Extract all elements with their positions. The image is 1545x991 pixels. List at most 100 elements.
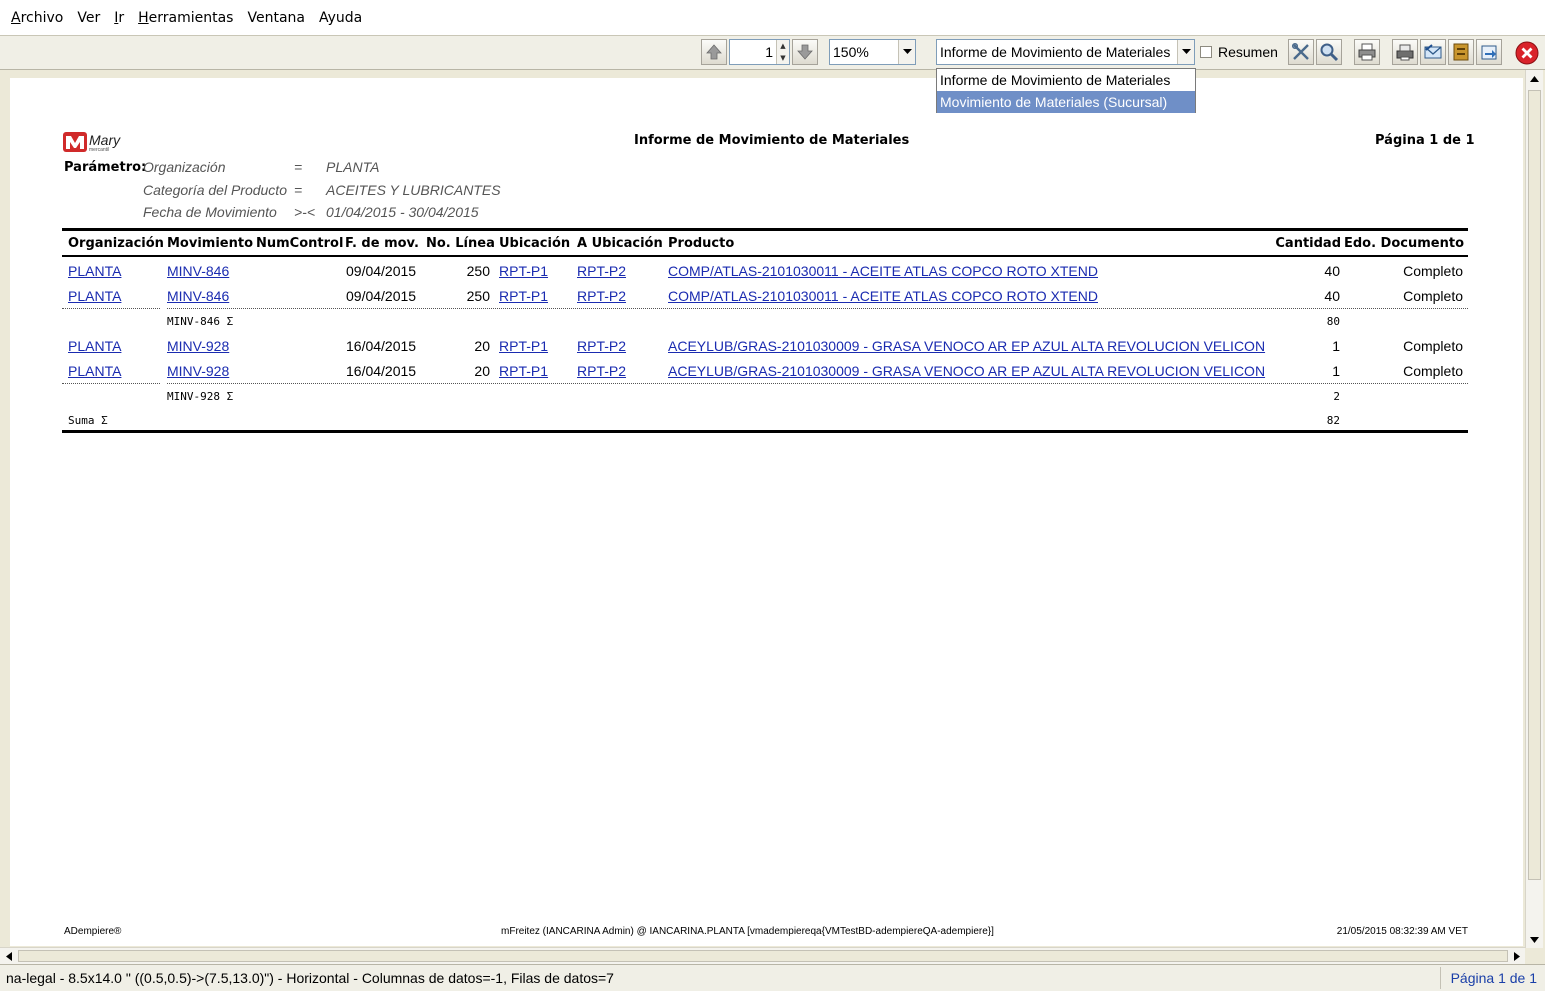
checkbox-box[interactable] bbox=[1200, 46, 1212, 58]
org-link[interactable]: PLANTA bbox=[68, 288, 121, 304]
vertical-scrollbar[interactable] bbox=[1525, 70, 1543, 948]
menu-ayuda[interactable]: Ayuda bbox=[312, 0, 369, 36]
arrow-up-icon bbox=[706, 44, 722, 60]
print-button[interactable] bbox=[1354, 39, 1380, 65]
location-link[interactable]: RPT-P1 bbox=[499, 288, 548, 304]
to-location-link[interactable]: RPT-P2 bbox=[577, 288, 626, 304]
line-number: 250 bbox=[466, 263, 490, 279]
row-separator bbox=[62, 308, 160, 309]
send-email-button[interactable] bbox=[1420, 39, 1446, 65]
close-button[interactable] bbox=[1514, 40, 1540, 66]
status-bar: na-legal - 8.5x14.0 " ((0.5,0.5)->(7.5,1… bbox=[0, 964, 1545, 991]
movement-date: 09/04/2015 bbox=[346, 263, 417, 279]
movement-link[interactable]: MINV-846 bbox=[167, 288, 229, 304]
logo-text: Mary bbox=[89, 132, 121, 148]
chevron-down-icon bbox=[902, 49, 912, 54]
zoom-value: 150% bbox=[833, 44, 869, 60]
menu-ir[interactable]: Ir bbox=[107, 0, 131, 36]
next-page-button[interactable] bbox=[792, 39, 818, 65]
scroll-down-icon[interactable] bbox=[1526, 931, 1543, 948]
column-header-a-ubicacion[interactable]: A Ubicación bbox=[577, 236, 663, 251]
footer-brand: ADempiere® bbox=[64, 926, 122, 937]
to-location-link[interactable]: RPT-P2 bbox=[577, 263, 626, 279]
company-logo: Mary mercantil bbox=[63, 131, 120, 156]
movement-link[interactable]: MINV-928 bbox=[167, 363, 229, 379]
page-number-input[interactable] bbox=[730, 40, 776, 64]
scroll-left-icon[interactable] bbox=[0, 948, 17, 965]
column-header-fecha[interactable]: F. de mov. bbox=[345, 236, 419, 251]
column-header-movimiento[interactable]: Movimiento bbox=[167, 236, 253, 251]
report-option-selected[interactable]: Movimiento de Materiales (Sucursal) bbox=[937, 91, 1195, 113]
param-value: ACEITES Y LUBRICANTES bbox=[326, 182, 501, 198]
menu-ventana[interactable]: Ventana bbox=[240, 0, 312, 36]
column-header-numcontrol[interactable]: NumControl bbox=[256, 236, 343, 251]
menu-archivo[interactable]: Archivo bbox=[4, 0, 70, 36]
quantity: 40 bbox=[1324, 288, 1340, 304]
org-link[interactable]: PLANTA bbox=[68, 338, 121, 354]
customize-report-button[interactable] bbox=[1288, 39, 1314, 65]
column-header-edo-documento[interactable]: Edo. Documento bbox=[1344, 236, 1464, 251]
archive-icon bbox=[1453, 43, 1469, 61]
org-link[interactable]: PLANTA bbox=[68, 363, 121, 379]
movement-date: 09/04/2015 bbox=[346, 288, 417, 304]
column-header-linea[interactable]: No. Línea bbox=[426, 236, 495, 251]
report-option[interactable]: Informe de Movimiento de Materiales bbox=[937, 69, 1195, 91]
product-link[interactable]: ACEYLUB/GRAS-2101030009 - GRASA VENOCO A… bbox=[668, 338, 1265, 354]
document-status: Completo bbox=[1403, 338, 1463, 354]
quantity: 1 bbox=[1332, 363, 1340, 379]
movement-date: 16/04/2015 bbox=[346, 338, 417, 354]
vertical-scroll-thumb[interactable] bbox=[1528, 90, 1541, 880]
export-button[interactable] bbox=[1476, 39, 1502, 65]
page-number-spinner[interactable]: ▲ ▼ bbox=[729, 39, 790, 65]
column-header-organizacion[interactable]: Organización bbox=[68, 236, 164, 251]
param-value: PLANTA bbox=[326, 159, 380, 175]
scroll-up-icon[interactable] bbox=[1526, 70, 1543, 87]
column-header-ubicacion[interactable]: Ubicación bbox=[499, 236, 570, 251]
print-preview-button[interactable] bbox=[1392, 39, 1418, 65]
to-location-link[interactable]: RPT-P2 bbox=[577, 363, 626, 379]
document-status: Completo bbox=[1403, 288, 1463, 304]
quantity: 1 bbox=[1332, 338, 1340, 354]
horizontal-scrollbar[interactable] bbox=[0, 947, 1525, 964]
document-status: Completo bbox=[1403, 263, 1463, 279]
resumen-checkbox[interactable]: Resumen bbox=[1200, 44, 1278, 60]
horizontal-scroll-thumb[interactable] bbox=[18, 950, 1508, 962]
menu-herramientas[interactable]: Herramientas bbox=[131, 0, 240, 36]
column-header-cantidad[interactable]: Cantidad bbox=[1275, 236, 1341, 251]
to-location-link[interactable]: RPT-P2 bbox=[577, 338, 626, 354]
param-name: Organización bbox=[143, 159, 226, 175]
parameter-label: Parámetro: bbox=[64, 160, 147, 175]
location-link[interactable]: RPT-P1 bbox=[499, 263, 548, 279]
scroll-right-icon[interactable] bbox=[1508, 948, 1525, 965]
spin-up-icon[interactable]: ▲ bbox=[777, 40, 789, 52]
menu-ver[interactable]: Ver bbox=[70, 0, 107, 36]
zoom-select[interactable]: 150% bbox=[829, 39, 916, 65]
footer-user-info: mFreitez (IANCARINA Admin) @ IANCARINA.P… bbox=[501, 926, 994, 937]
movement-link[interactable]: MINV-846 bbox=[167, 263, 229, 279]
location-link[interactable]: RPT-P1 bbox=[499, 363, 548, 379]
archive-button[interactable] bbox=[1448, 39, 1474, 65]
line-number: 250 bbox=[466, 288, 490, 304]
movement-link[interactable]: MINV-928 bbox=[167, 338, 229, 354]
resumen-label: Resumen bbox=[1218, 44, 1278, 60]
previous-page-button[interactable] bbox=[701, 39, 727, 65]
param-operator: = bbox=[294, 159, 303, 175]
org-link[interactable]: PLANTA bbox=[68, 263, 121, 279]
column-header-producto[interactable]: Producto bbox=[668, 236, 734, 251]
product-link[interactable]: COMP/ATLAS-2101030011 - ACEITE ATLAS COP… bbox=[668, 288, 1098, 304]
product-link[interactable]: ACEYLUB/GRAS-2101030009 - GRASA VENOCO A… bbox=[668, 363, 1265, 379]
spin-down-icon[interactable]: ▼ bbox=[777, 52, 789, 64]
subtotal-value: 2 bbox=[1333, 390, 1340, 403]
product-link[interactable]: COMP/ATLAS-2101030011 - ACEITE ATLAS COP… bbox=[668, 263, 1098, 279]
printer-icon bbox=[1358, 43, 1376, 61]
close-icon bbox=[1515, 41, 1539, 65]
page-indicator: Página 1 de 1 bbox=[1375, 133, 1475, 148]
param-name: Fecha de Movimiento bbox=[143, 204, 277, 220]
arrow-down-icon bbox=[797, 44, 813, 60]
status-text: na-legal - 8.5x14.0 " ((0.5,0.5)->(7.5,1… bbox=[6, 970, 614, 986]
location-link[interactable]: RPT-P1 bbox=[499, 338, 548, 354]
report-select-value: Informe de Movimiento de Materiales bbox=[940, 44, 1171, 60]
find-button[interactable] bbox=[1316, 39, 1342, 65]
param-operator: = bbox=[294, 182, 303, 198]
report-select[interactable]: Informe de Movimiento de Materiales bbox=[936, 39, 1195, 65]
